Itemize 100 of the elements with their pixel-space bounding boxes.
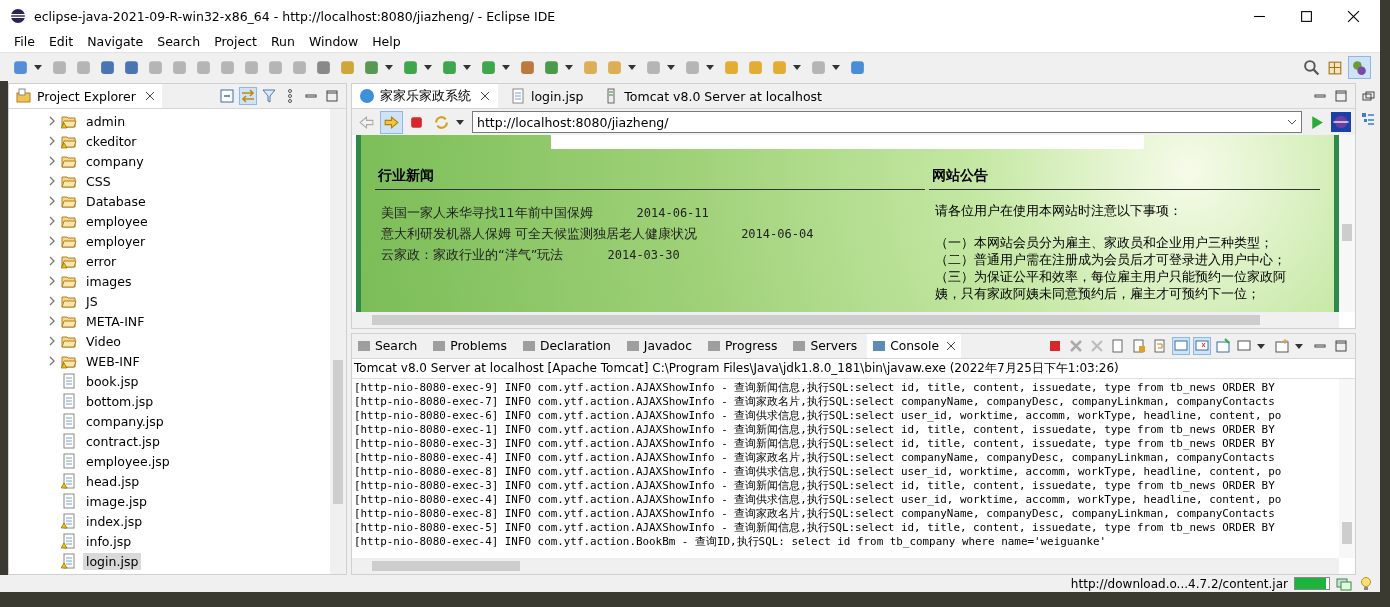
view-tab[interactable]: Declaration	[516, 334, 616, 358]
console-header: Tomcat v8.0 Server at localhost [Apache Tomcat] C:\Program Files\Java\jdk1.8.0_181\bin\javaw.exe (2022年7月25日下午1:03:26)	[352, 359, 1355, 379]
menu-item[interactable]: Run	[270, 33, 295, 49]
java-perspective-icon[interactable]	[1349, 56, 1370, 78]
close-icon[interactable]	[144, 91, 155, 101]
menu-item[interactable]: File	[14, 33, 35, 49]
url-field[interactable]: http://localhost:8080/jiazheng/	[472, 111, 1302, 133]
tree-item[interactable]: employee	[83, 212, 151, 230]
show-on-error-icon[interactable]	[1194, 338, 1210, 354]
caret-icon[interactable]	[628, 64, 636, 70]
word-wrap-icon[interactable]	[1152, 338, 1168, 354]
view-tab[interactable]: Console	[867, 334, 961, 358]
view-tab[interactable]: Search	[352, 334, 423, 358]
menu-item[interactable]: Project	[214, 33, 257, 49]
tree-item[interactable]: head.jsp	[83, 472, 143, 490]
remove-launch-icon[interactable]	[1068, 338, 1084, 354]
clear-console-icon[interactable]	[1110, 338, 1126, 354]
menu-item[interactable]: Navigate	[87, 33, 144, 49]
file-icon	[510, 88, 526, 104]
show-on-output-icon[interactable]	[1173, 338, 1189, 354]
eclipse-logo-icon	[10, 8, 26, 24]
pin-console-icon[interactable]	[1215, 338, 1231, 354]
outline-icon[interactable]	[1360, 111, 1376, 127]
tree-item[interactable]: contract.jsp	[83, 432, 163, 450]
tree-item[interactable]: image.jsp	[83, 492, 150, 510]
tree-item[interactable]: error	[83, 252, 120, 270]
lightbulb-icon[interactable]	[1358, 575, 1374, 592]
caret-icon[interactable]	[565, 64, 573, 70]
news-link[interactable]: 美国一家人来华寻找11年前中国保姆	[381, 203, 593, 222]
caret-icon[interactable]	[502, 64, 510, 70]
caret-icon[interactable]	[1295, 343, 1303, 349]
tree-item[interactable]: META-INF	[83, 312, 148, 330]
tree-item[interactable]: company.jsp	[83, 412, 167, 430]
progress-view-icon[interactable]	[1336, 575, 1352, 592]
tree-item[interactable]: login.jsp	[83, 552, 142, 570]
caret-icon[interactable]	[463, 64, 471, 70]
caret-icon[interactable]	[667, 64, 675, 70]
editor-tab[interactable]: Tomcat v8.0 Server at localhost	[596, 84, 830, 108]
tree-item[interactable]: Video	[83, 332, 125, 350]
close-icon[interactable]	[945, 341, 956, 351]
caret-icon[interactable]	[793, 64, 801, 70]
caret-icon[interactable]	[706, 64, 714, 70]
menu-item[interactable]: Window	[308, 33, 359, 49]
menu-item[interactable]: Help	[372, 33, 401, 49]
chevron-down-icon[interactable]	[1287, 119, 1297, 125]
tree-item[interactable]: ckeditor	[83, 132, 140, 150]
console-line: [http-nio-8080-exec-6] INFO com.ytf.action.AJAXShowInfo - 查询供求信息,执行SQL:select user_id, worktime, accomm, workType, headline, content, po	[354, 409, 1283, 423]
section-heading: 网站公告	[929, 163, 1320, 190]
editor-tab[interactable]: 家家乐家政系统	[352, 84, 498, 108]
caret-icon[interactable]	[456, 119, 464, 125]
horizontal-scrollbar[interactable]	[352, 558, 1339, 574]
view-tab[interactable]: Progress	[701, 334, 783, 358]
tree-item[interactable]: CSS	[83, 172, 114, 190]
tree-item[interactable]: book.jsp	[83, 372, 142, 390]
editor-tab[interactable]: login.jsp	[503, 84, 592, 108]
tree-item[interactable]: employee.jsp	[83, 452, 173, 470]
caret-icon[interactable]	[34, 64, 42, 70]
collapse-all-icon[interactable]	[219, 88, 235, 104]
tree-item[interactable]: WEB-INF	[83, 352, 143, 370]
scroll-lock-icon[interactable]	[1131, 338, 1147, 354]
eclipse-browser-icon[interactable]	[1331, 112, 1351, 132]
tree-item[interactable]: employer	[83, 232, 149, 250]
maximize-icon[interactable]	[1300, 9, 1313, 23]
menu-item[interactable]: Search	[157, 33, 201, 49]
horizontal-scrollbar[interactable]	[352, 312, 1339, 328]
terminate-icon[interactable]	[1047, 338, 1063, 354]
notice-line: 姨，只有家政阿姨未同意预约后，雇主才可预约下一位；	[935, 285, 1261, 302]
section-heading: 行业新闻	[375, 163, 925, 190]
view-tab[interactable]: Problems	[427, 334, 512, 358]
notice-line: （二）普通用户需在注册成为会员后才可登录进入用户中心；	[935, 251, 1287, 268]
vertical-scrollbar[interactable]	[1339, 379, 1355, 558]
console-line: [http-nio-8080-exec-3] INFO com.ytf.action.AJAXShowInfo - 查询新闻信息,执行SQL:select id, title, content, issuedate, type from tb_news ORDER BY	[354, 479, 1276, 493]
tree-item[interactable]: JS	[83, 292, 101, 310]
display-console-icon[interactable]	[1236, 338, 1252, 354]
link-editor-icon[interactable]	[240, 88, 256, 104]
close-icon[interactable]	[480, 91, 490, 101]
caret-icon[interactable]	[1257, 343, 1265, 349]
console-line: [http-nio-8080-exec-4] INFO com.ytf.action.AJAXShowInfo - 查询家政名片,执行SQL:select companyName, companyDesc, companyLinkman, companyContacts	[354, 451, 1276, 465]
view-tab[interactable]: Servers	[787, 334, 863, 358]
tree-item[interactable]: company	[83, 152, 147, 170]
remove-all-icon[interactable]	[1089, 338, 1105, 354]
vertical-scrollbar[interactable]	[1339, 135, 1355, 312]
caret-icon[interactable]	[424, 64, 432, 70]
menu-item[interactable]: Edit	[48, 33, 74, 49]
tree-item[interactable]: images	[83, 272, 135, 290]
tree-item[interactable]: Database	[83, 192, 149, 210]
view-tab[interactable]: Javadoc	[620, 334, 697, 358]
vertical-scrollbar[interactable]	[330, 109, 346, 574]
caret-icon[interactable]	[832, 64, 840, 70]
tree-item[interactable]: index.jsp	[83, 512, 146, 530]
tree-item[interactable]: bottom.jsp	[83, 392, 157, 410]
news-link[interactable]: 意大利研发机器人保姆 可全天候监测独居老人健康状况	[381, 224, 698, 243]
tree-item[interactable]: info.jsp	[83, 532, 135, 550]
tree-item[interactable]: admin	[83, 112, 129, 130]
console-line: [http-nio-8080-exec-8] INFO com.ytf.action.AJAXShowInfo - 查询供求信息,执行SQL:select user_id, worktime, accomm, workType, headline, content, po	[354, 465, 1283, 479]
close-icon[interactable]	[1347, 9, 1360, 23]
caret-icon[interactable]	[385, 64, 393, 70]
news-link[interactable]: 云家政：家政行业的“洋气”玩法	[381, 245, 564, 264]
console-line: [http-nio-8080-exec-5] INFO com.ytf.action.AJAXShowInfo - 查询新闻信息,执行SQL:select id, title, content, issuedate, type from tb_news ORDER BY	[354, 521, 1276, 535]
new-console-icon[interactable]	[1274, 338, 1290, 354]
